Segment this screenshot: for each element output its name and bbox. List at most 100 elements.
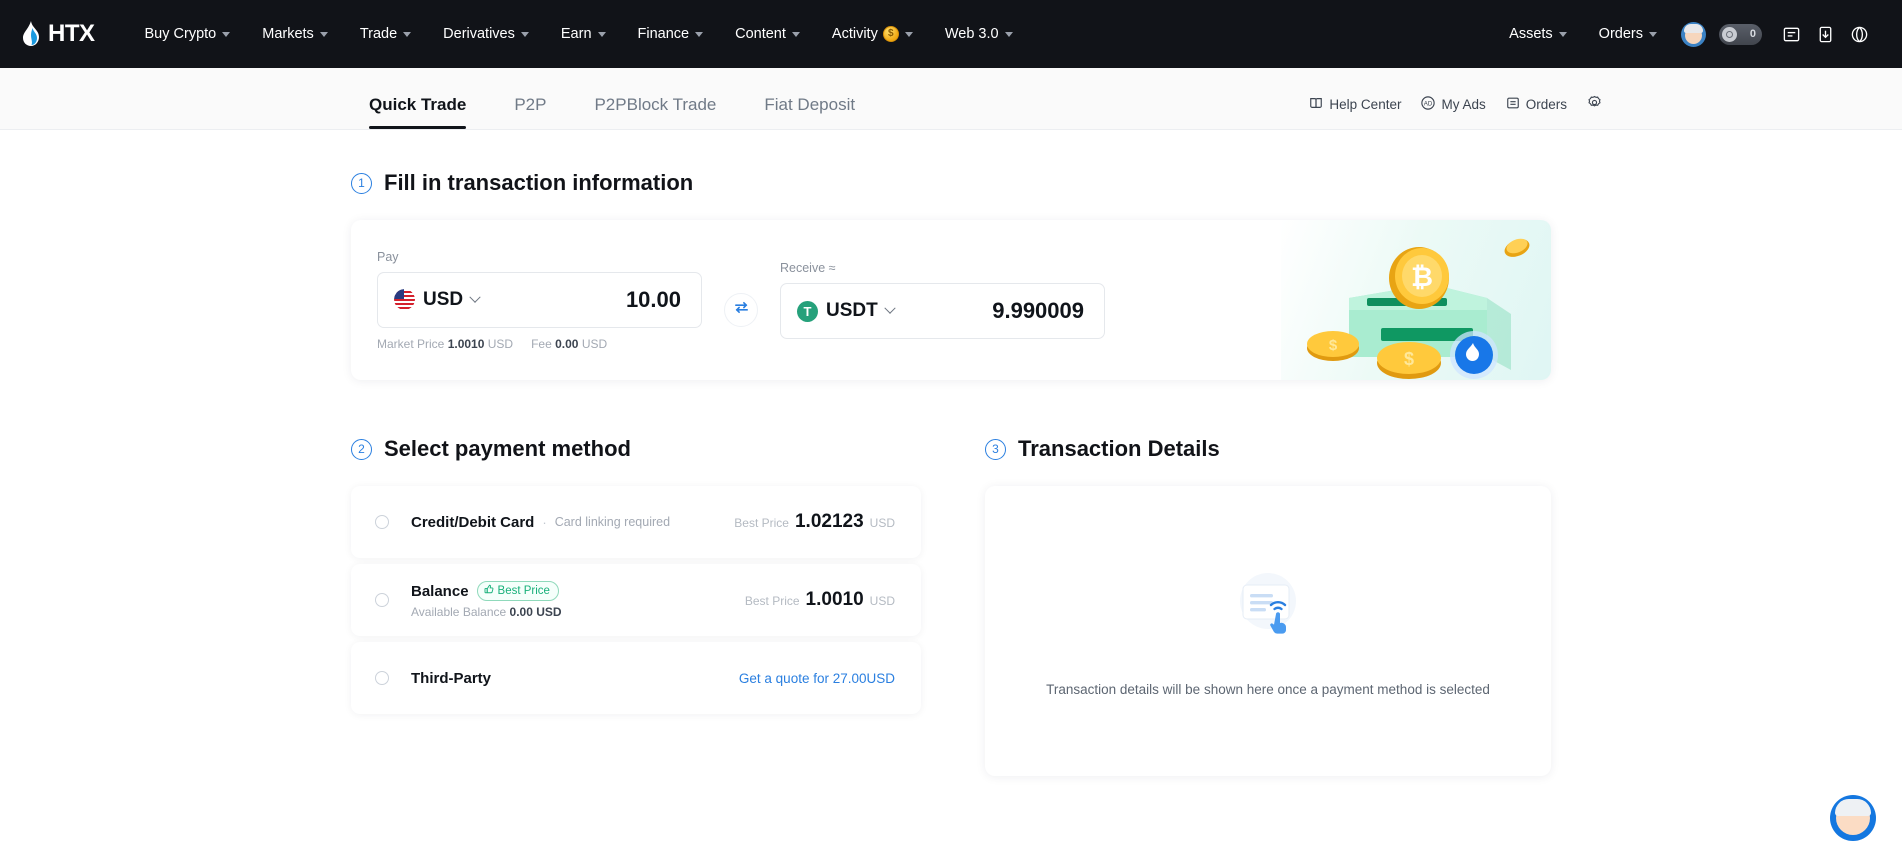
- user-avatar[interactable]: [1681, 21, 1706, 47]
- receive-currency-code: USDT: [826, 300, 878, 321]
- payment-method-column: 2 Select payment method Credit/Debit Car…: [351, 436, 921, 776]
- receive-currency-selector[interactable]: T USDT: [797, 300, 896, 322]
- gear-icon: [1587, 95, 1602, 113]
- method-name: Third-Party: [411, 669, 492, 687]
- money-box-illustration: ₿ $ $: [1281, 220, 1551, 380]
- nav-item-web3[interactable]: Web 3.0: [929, 18, 1029, 50]
- settings-button[interactable]: [1587, 95, 1602, 113]
- price-value: 1.0010: [805, 589, 864, 610]
- thumbs-up-icon: [484, 584, 494, 599]
- step-3-title: Transaction Details: [1018, 436, 1220, 461]
- chevron-down-icon: [403, 31, 412, 37]
- theme-globe-icon[interactable]: [1844, 19, 1874, 49]
- nav-item-earn[interactable]: Earn: [545, 18, 622, 50]
- price-unit: USD: [869, 516, 895, 530]
- ad-icon: AD: [1421, 95, 1436, 113]
- method-title-line: Credit/Debit Card · Card linking require…: [411, 514, 670, 531]
- nav-item-finance[interactable]: Finance: [622, 18, 720, 50]
- nav-item-derivatives[interactable]: Derivatives: [427, 18, 545, 50]
- best-price-badge-label: Best Price: [497, 584, 550, 597]
- pay-currency-selector[interactable]: USD: [394, 289, 481, 311]
- lower-columns: 2 Select payment method Credit/Debit Car…: [351, 436, 1551, 776]
- chevron-down-icon: [520, 31, 529, 37]
- tab-p2p-block-trade[interactable]: P2PBlock Trade: [570, 95, 740, 129]
- step-2-title: Select payment method: [384, 436, 631, 461]
- payment-method-balance[interactable]: Balance Best Price Available Balance 0.0…: [351, 564, 921, 636]
- toggle-knob-icon: [1722, 26, 1737, 42]
- market-price-unit: USD: [487, 336, 514, 351]
- nav-label: Trade: [359, 26, 398, 42]
- chevron-down-icon: [884, 302, 896, 314]
- usdt-icon: T: [797, 300, 818, 322]
- radio-third-party[interactable]: [375, 671, 389, 685]
- market-price-value: 1.0010: [447, 336, 485, 351]
- document-tap-icon: [1229, 565, 1307, 648]
- fee-label: Fee: [531, 336, 552, 351]
- nav-item-orders[interactable]: Orders: [1585, 18, 1671, 50]
- pay-amount-input[interactable]: [511, 286, 681, 313]
- download-app-icon[interactable]: [1810, 19, 1840, 49]
- swap-currencies-button[interactable]: [724, 292, 758, 327]
- orders-list-icon: [1506, 96, 1520, 113]
- nav-label: Orders: [1598, 26, 1643, 42]
- step-2-header: 2 Select payment method: [351, 436, 921, 462]
- nav-item-activity[interactable]: Activity $: [816, 18, 929, 50]
- nav-label: Earn: [560, 26, 592, 42]
- support-chat-button[interactable]: [1830, 795, 1876, 841]
- svg-text:AD: AD: [1424, 100, 1433, 107]
- announcement-icon[interactable]: [1776, 19, 1806, 49]
- pay-meta-info: Market Price 1.0010 USD Fee 0.00 USD: [377, 337, 702, 351]
- chevron-down-icon: [695, 31, 704, 37]
- step-3-number: 3: [985, 438, 1006, 460]
- nav-item-trade[interactable]: Trade: [344, 18, 427, 50]
- currency-inputs: Pay USD 10.00 Market Price 1.0010 USD Fe…: [351, 220, 1105, 380]
- payment-method-list: Credit/Debit Card · Card linking require…: [351, 486, 921, 714]
- nav-item-markets[interactable]: Markets: [246, 18, 344, 50]
- my-ads-link[interactable]: AD My Ads: [1421, 95, 1486, 113]
- us-flag-icon: [394, 289, 415, 310]
- method-name: Balance: [411, 582, 469, 600]
- orders-link[interactable]: Orders: [1506, 96, 1567, 113]
- payment-method-credit-debit-card[interactable]: Credit/Debit Card · Card linking require…: [351, 486, 921, 558]
- tab-fiat-deposit[interactable]: Fiat Deposit: [740, 95, 879, 129]
- nav-label: Markets: [262, 26, 314, 42]
- radio-balance[interactable]: [375, 593, 389, 607]
- tab-quick-trade[interactable]: Quick Trade: [345, 95, 490, 129]
- nav-label: Activity: [831, 26, 878, 42]
- chevron-down-icon: [791, 31, 800, 37]
- svg-text:$: $: [1329, 337, 1338, 354]
- tab-list: Quick Trade P2P P2PBlock Trade Fiat Depo…: [345, 95, 879, 129]
- radio-credit-debit-card[interactable]: [375, 515, 389, 529]
- chevron-down-icon: [319, 31, 328, 37]
- payment-method-third-party[interactable]: Third-Party Get a quote for 27.00USD: [351, 642, 921, 714]
- main-content: 1 Fill in transaction information Pay US…: [0, 130, 1902, 776]
- nav-item-buy-crypto[interactable]: Buy Crypto: [129, 18, 247, 50]
- method-note: Card linking required: [554, 515, 671, 529]
- pay-input-box[interactable]: USD: [377, 271, 702, 328]
- subbar-utility-links: Help Center AD My Ads Orders: [1309, 95, 1862, 129]
- method-price: Best Price 1.02123 USD: [734, 511, 895, 533]
- avatar-hair: [1684, 23, 1703, 33]
- help-center-link[interactable]: Help Center: [1309, 96, 1401, 113]
- available-balance-line: Available Balance 0.00 USD: [411, 605, 562, 619]
- method-price: Best Price 1.0010 USD: [745, 589, 895, 611]
- nav-label: Buy Crypto: [144, 26, 217, 42]
- price-label: Best Price: [744, 594, 800, 608]
- htx-logo[interactable]: HTX: [18, 20, 95, 48]
- nav-item-assets[interactable]: Assets: [1495, 18, 1581, 50]
- nav-item-content[interactable]: Content: [719, 18, 816, 50]
- tab-p2p[interactable]: P2P: [490, 95, 570, 129]
- chevron-down-icon: [1649, 31, 1657, 37]
- htx-wordmark: HTX: [48, 20, 95, 47]
- transaction-input-card: Pay USD 10.00 Market Price 1.0010 USD Fe…: [351, 220, 1551, 380]
- market-price-label: Market Price: [377, 336, 445, 351]
- nav-label: Finance: [637, 26, 690, 42]
- receive-input-box[interactable]: T USDT: [780, 283, 1105, 339]
- points-toggle[interactable]: 0: [1719, 23, 1762, 45]
- market-price-info: Market Price 1.0010 USD: [377, 337, 513, 351]
- get-quote-link[interactable]: Get a quote for 27.00USD: [739, 671, 895, 686]
- my-ads-label: My Ads: [1441, 96, 1486, 112]
- best-price-badge: Best Price: [476, 580, 559, 602]
- receive-amount-input[interactable]: [914, 298, 1084, 324]
- price-label: Best Price: [734, 516, 789, 530]
